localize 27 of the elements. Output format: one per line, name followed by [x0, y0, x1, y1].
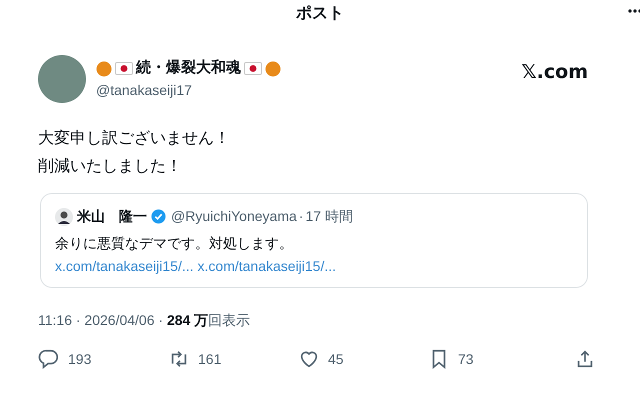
- author-name[interactable]: 続・爆裂大和魂: [136, 57, 241, 80]
- author-handle[interactable]: @tanakaseiji17: [96, 80, 281, 101]
- link[interactable]: x.com/tanakaseiji15/...: [198, 256, 336, 277]
- avatar[interactable]: [38, 55, 86, 103]
- flag-icon: [115, 62, 133, 75]
- quote-author-handle: @RyuichiYoneyama: [171, 207, 297, 226]
- reply-count: 193: [68, 350, 92, 368]
- quote-time: 17 時間: [305, 207, 353, 226]
- post-text: 削減いたしました！: [38, 156, 183, 177]
- quote-text: 余りに悪質なデマです。対処します。: [55, 234, 294, 253]
- post-text: 大変申し訳ございません！: [38, 128, 231, 149]
- circle-emoji-icon: [96, 60, 112, 76]
- circle-emoji-icon: [265, 60, 281, 76]
- avatar-icon: [55, 208, 73, 226]
- like-count: 45: [328, 350, 344, 368]
- post-meta: 11:16 · 2026/04/06 · 284 万回表示: [38, 311, 252, 330]
- quote-card[interactable]: 米山 隆一 @RyuichiYoneyama·17 時間 余りに悪質なデマです。対処します。 x.com/tanakaseiji15/... x.com/tanakaseiji15/...: [40, 193, 588, 288]
- page-title: ポスト: [296, 4, 344, 24]
- repost-count: 161: [198, 350, 222, 368]
- flag-icon: [244, 62, 262, 75]
- source-label: 𝕏.com: [521, 60, 588, 85]
- bookmark-count: 73: [458, 350, 474, 368]
- separator-dot: ·: [298, 207, 304, 226]
- link[interactable]: x.com/tanakaseiji15/...: [55, 256, 194, 277]
- reply-icon[interactable]: [38, 348, 60, 370]
- more-icon[interactable]: [628, 9, 640, 13]
- quote-author-name: 米山 隆一: [77, 207, 147, 226]
